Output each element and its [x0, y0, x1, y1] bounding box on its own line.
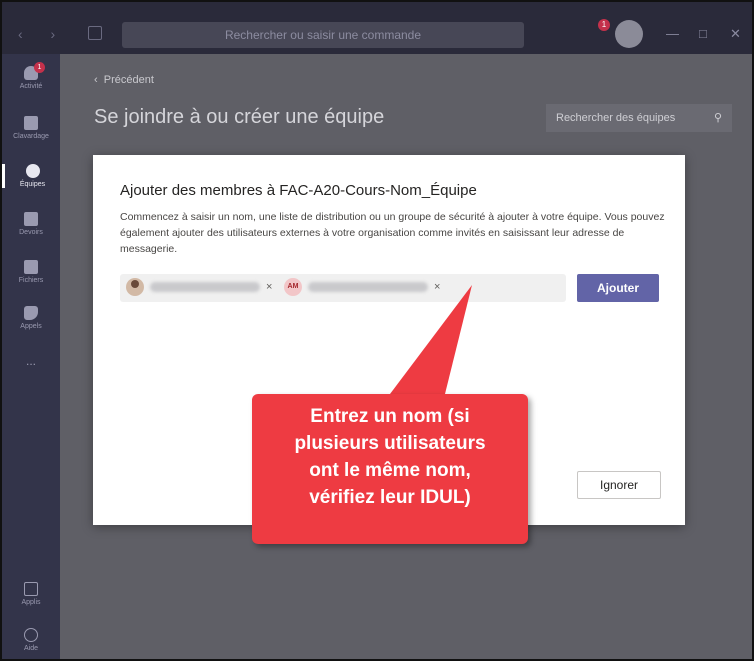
rail-label-files: Fichiers — [18, 277, 44, 284]
team-search-placeholder: Rechercher des équipes — [556, 112, 676, 124]
rail-item-help[interactable]: Aide — [2, 628, 60, 652]
phone-icon — [24, 306, 38, 320]
rail-item-more[interactable]: ... — [2, 354, 60, 368]
activity-badge: 1 — [34, 62, 45, 73]
redacted-name — [150, 282, 260, 292]
command-search-input[interactable]: Rechercher ou saisir une commande — [122, 22, 524, 48]
rail-label-assignments: Devoirs — [19, 229, 43, 236]
app-rail: 1 Activité Clavardage Équipes Devoirs Fi… — [2, 54, 60, 659]
instruction-callout: Entrez un nom (si plusieurs utilisateurs… — [252, 394, 528, 544]
member-picker-input[interactable]: × AM × — [120, 274, 566, 302]
add-button[interactable]: Ajouter — [577, 274, 659, 302]
title-bar: ‹ › Rechercher ou saisir une commande 1 … — [2, 2, 752, 54]
rail-label-teams: Équipes — [19, 181, 46, 188]
chat-icon — [24, 116, 38, 130]
member-chip: × — [126, 278, 272, 296]
rail-item-files[interactable]: Fichiers — [2, 260, 60, 284]
rail-item-calls[interactable]: Appels — [2, 306, 60, 330]
avatar — [126, 278, 144, 296]
minimize-button[interactable]: — — [666, 26, 679, 41]
avatar: AM — [284, 278, 302, 296]
dialog-description: Commencez à saisir un nom, une liste de … — [120, 211, 665, 255]
ignore-button[interactable]: Ignorer — [577, 471, 661, 499]
rail-item-assignments[interactable]: Devoirs — [2, 212, 60, 236]
callout-line: ont le même nom, — [309, 460, 471, 481]
files-icon — [24, 260, 38, 274]
team-search-input[interactable]: Rechercher des équipes ⚲ — [546, 104, 732, 132]
maximize-button[interactable]: □ — [699, 26, 707, 41]
remove-chip-button[interactable]: × — [434, 281, 440, 293]
dialog-title: Ajouter des membres à FAC-A20-Cours-Nom_… — [120, 182, 477, 199]
rail-item-activity[interactable]: 1 Activité — [2, 62, 60, 90]
back-label: Précédent — [103, 74, 154, 86]
rail-label-calls: Appels — [20, 323, 42, 330]
close-button[interactable]: ✕ — [730, 26, 741, 42]
rail-item-chat[interactable]: Clavardage — [2, 116, 60, 140]
teams-window: ‹ › Rechercher ou saisir une commande 1 … — [0, 0, 754, 661]
redacted-name — [308, 282, 428, 292]
compose-icon[interactable] — [88, 26, 102, 40]
apps-icon — [24, 582, 38, 596]
assignments-icon — [24, 212, 38, 226]
rail-item-teams[interactable]: Équipes — [2, 164, 60, 188]
teams-icon — [25, 164, 40, 178]
page-title: Se joindre à ou créer une équipe — [94, 106, 385, 128]
nav-arrows[interactable]: ‹ › — [18, 26, 67, 42]
profile-avatar[interactable] — [615, 20, 643, 48]
rail-label-help: Aide — [23, 645, 38, 652]
callout-line: vérifiez leur IDUL) — [309, 487, 471, 508]
back-link[interactable]: ‹ Précédent — [94, 74, 154, 86]
more-icon: ... — [25, 354, 36, 368]
help-icon — [24, 628, 38, 642]
callout-line: plusieurs utilisateurs — [294, 433, 486, 454]
search-icon: ⚲ — [713, 112, 722, 124]
rail-label-apps: Applis — [21, 599, 41, 606]
remove-chip-button[interactable]: × — [266, 281, 272, 293]
rail-item-apps[interactable]: Applis — [2, 582, 60, 606]
rail-label-activity: Activité — [19, 83, 43, 90]
member-chip: AM × — [284, 278, 440, 296]
callout-line: Entrez un nom (si — [310, 406, 470, 427]
notification-badge: 1 — [598, 19, 610, 31]
rail-label-chat: Clavardage — [13, 133, 49, 140]
